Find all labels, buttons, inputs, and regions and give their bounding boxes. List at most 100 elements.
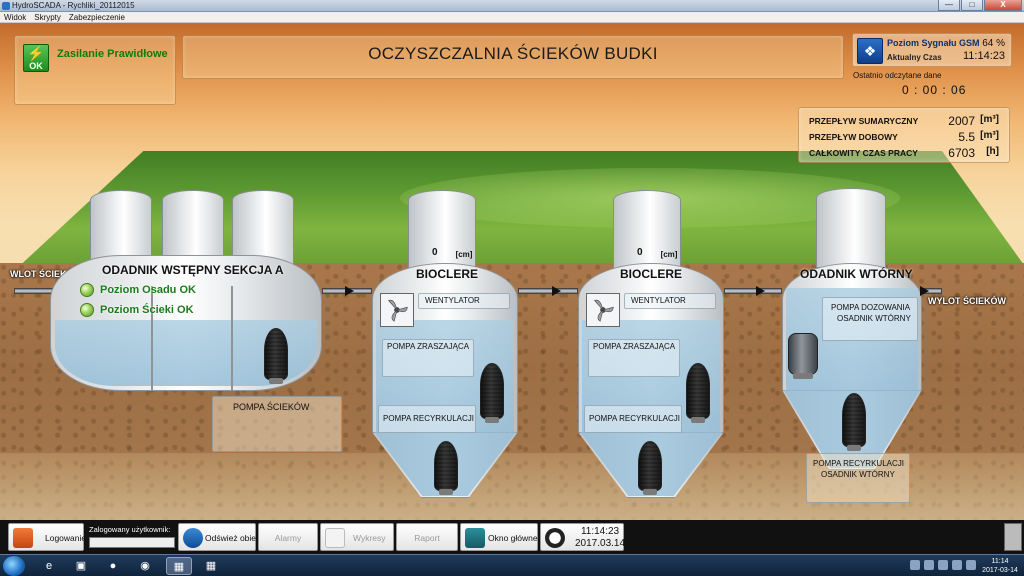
bioclere-1-spray-pump-icon[interactable] [480,363,504,423]
tray-icon[interactable] [938,560,948,570]
bottom-toolbar: Logowanie Zalogowany użytkownik: Odśwież… [0,520,1024,554]
flow-arrow-icon [756,286,765,296]
user-icon [13,528,33,548]
report-button[interactable]: Raport [396,523,458,551]
outlet-arrow-icon [920,286,929,296]
sludge-level-indicator [80,283,94,297]
windows-taskbar: e ▣ ● ◉ ▦ ▦ 11:14 2017-03-14 [0,554,1024,576]
sludge-level-status: Poziom Osadu OK [100,284,196,296]
dosing-pump-panel[interactable]: POMPA DOZOWANIA OSADNIK WTÓRNY [822,297,918,341]
clock-date: 2017.03.14 [575,538,626,549]
tray-icon[interactable] [910,560,920,570]
flow-arrow-icon [552,286,561,296]
current-time-value: 11:14:23 [962,50,1005,62]
bioclere-1-recirc-pump-icon[interactable] [434,441,458,495]
bioclere-2-spray-pump-icon[interactable] [686,363,710,423]
system-clock[interactable]: 11:14 2017-03-14 [980,557,1020,575]
gsm-panel: ❖ Poziom Sygnału GSM 64 % Aktualny Czas … [852,33,1012,67]
tray-icon[interactable] [966,560,976,570]
bioclere-1-spray-pump-panel[interactable]: POMPA ZRASZAJĄCA [382,339,474,377]
tank-a-label: ODADNIK WSTĘPNY SEKCJA A [102,263,284,277]
window-title-bar[interactable]: HydroSCADA - Rychliki_20112015 — □ X [0,0,1024,12]
clock-panel: 11:14:23 2017.03.14 [540,523,626,551]
minimize-button[interactable]: — [938,0,960,11]
tank-a-divider-1 [151,286,153,390]
power-status-panel: ⚡ OK Zasilanie Prawidłowe [14,35,176,105]
charts-button[interactable]: Wykresy [320,523,394,551]
chart-icon [325,528,345,548]
firefox-icon[interactable]: ◉ [132,557,158,575]
lightning-icon: ⚡ [27,45,45,61]
dosing-pump-icon[interactable] [788,333,818,379]
refresh-icon [183,528,203,548]
menu-zabezpieczenie[interactable]: Zabezpieczenie [69,12,125,22]
close-button[interactable]: X [984,0,1022,11]
secondary-recirc-pump-icon[interactable] [842,393,866,451]
tank-a-divider-2 [231,286,233,390]
stat-row-daily-flow: PRZEPŁYW DOBOWY 5.5 [m³] [809,130,999,144]
outlet-label: WYLOT ŚCIEKÓW [928,296,1006,306]
bioclere-1-fan-panel: WENTYLATOR [418,293,510,309]
login-button[interactable]: Logowanie [8,523,86,551]
maximize-button[interactable]: □ [961,0,983,11]
stat-row-total-runtime: CAŁKOWITY CZAS PRACY 6703 [h] [809,146,999,160]
sewage-level-indicator [80,303,94,317]
bioclere-2-spray-pump-panel[interactable]: POMPA ZRASZAJĄCA [588,339,680,377]
bioclere-2-level: 0 [cm] [637,247,678,259]
pipe-bioclere-2-to-secondary [724,288,782,294]
menu-bar: Widok Skrypty Zabezpieczenie [0,12,1024,23]
app-task-icon[interactable]: ▦ [198,557,224,575]
flow-stats-panel: PRZEPŁYW SUMARYCZNY 2007 [m³] PRZEPŁYW D… [798,107,1010,163]
clock-icon [545,528,565,548]
logged-user-label: Zalogowany użytkownik: [89,525,171,534]
page-title: OCZYSZCZALNIA ŚCIEKÓW BUDKI [368,44,658,63]
system-tray [910,560,976,570]
tray-icon[interactable] [952,560,962,570]
hydroscada-task-icon[interactable]: ▦ [166,557,192,575]
sewage-level-status: Poziom Ścieki OK [100,304,194,316]
bioclere-2-label: BIOCLERE [620,267,683,281]
tray-icon[interactable] [924,560,934,570]
toolbar-scroll-handle[interactable] [1004,523,1022,551]
bioclere-1-fan-icon[interactable] [380,293,414,327]
ie-icon[interactable]: e [36,557,62,575]
tank-a-pump-icon[interactable] [264,328,288,384]
menu-widok[interactable]: Widok [4,12,26,22]
scada-canvas: ⚡ OK Zasilanie Prawidłowe OCZYSZCZALNIA … [0,23,1024,520]
secondary-recirc-panel[interactable]: POMPA RECYRKULACJI OSADNIK WTÓRNY [806,453,910,503]
current-time-label: Aktualny Czas [887,53,942,62]
refresh-object-button[interactable]: Odśwież obiekt [178,523,263,551]
signal-antenna-icon: ❖ [857,38,883,64]
bioclere-1-label: BIOCLERE [416,267,479,281]
last-read-value: 0 : 00 : 06 [902,83,967,97]
bioclere-2-recirc-pump-icon[interactable] [638,441,662,495]
window-title: HydroSCADA - Rychliki_20112015 [12,1,135,10]
bioclere-1-level: 0 [cm] [432,247,473,259]
logged-user-area: Zalogowany użytkownik: [89,523,177,551]
title-panel: OCZYSZCZALNIA ŚCIEKÓW BUDKI [182,35,844,79]
power-ok-icon: ⚡ OK [23,44,49,72]
window-controls: — □ X [938,0,1022,12]
power-status-text: Zasilanie Prawidłowe [57,48,168,60]
gsm-signal-value: 64 % [982,38,1005,49]
secondary-tank-label: ODADNIK WTÓRNY [800,267,913,281]
folder-icon[interactable]: ▣ [68,557,94,575]
alarms-button[interactable]: Alarmy [258,523,318,551]
flow-arrow-icon [345,286,354,296]
secondary-chimney [816,188,886,268]
start-button[interactable] [3,556,25,576]
stat-row-total-flow: PRZEPŁYW SUMARYCZNY 2007 [m³] [809,114,999,128]
bioclere-2-recirc-pump-panel[interactable]: POMPA RECYRKULACJI [584,405,682,433]
bioclere-2-fan-panel: WENTYLATOR [624,293,716,309]
map-icon [465,528,485,548]
app-icon [2,2,10,10]
media-icon[interactable]: ● [100,557,126,575]
pipe-bioclere-1-to-2 [518,288,578,294]
menu-skrypty[interactable]: Skrypty [34,12,61,22]
last-read-label: Ostatnio odczytane dane [853,71,942,80]
sewage-pump-panel[interactable]: POMPA ŚCIEKÓW [212,396,342,452]
logged-user-field[interactable] [89,537,175,548]
main-window-button[interactable]: Okno główne [460,523,538,551]
bioclere-2-fan-icon[interactable] [586,293,620,327]
bioclere-1-recirc-pump-panel[interactable]: POMPA RECYRKULACJI [378,405,476,433]
